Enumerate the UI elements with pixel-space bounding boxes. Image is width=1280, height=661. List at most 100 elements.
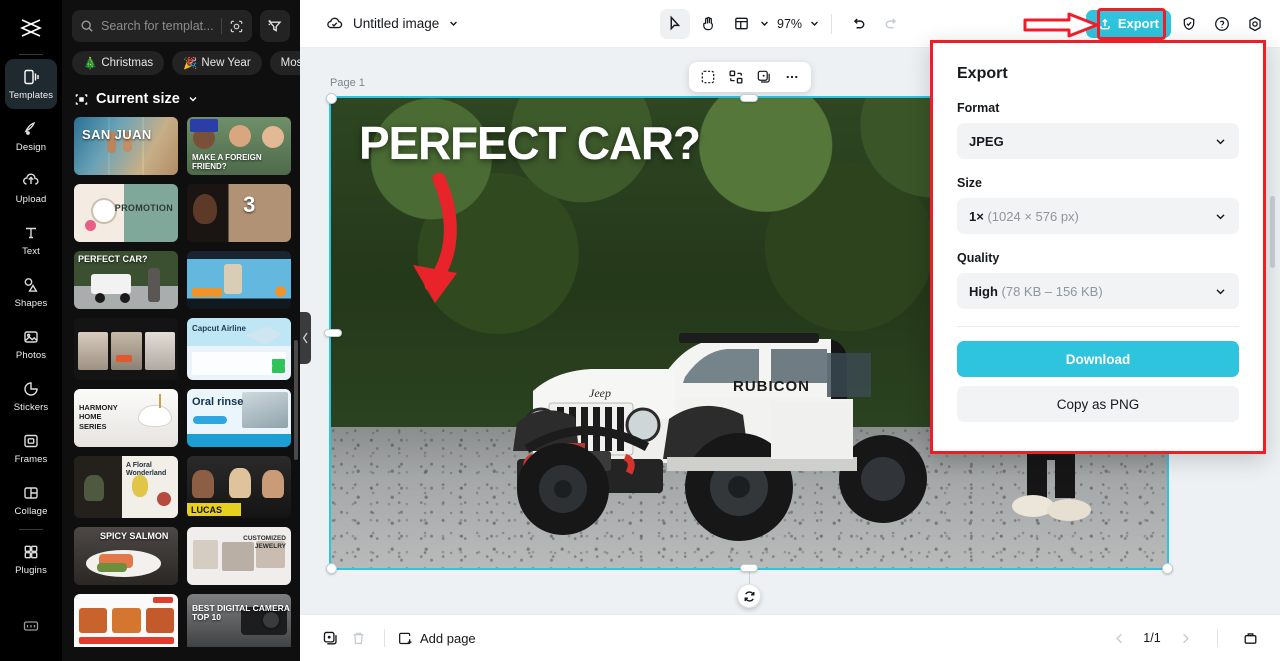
next-page-button[interactable] — [1171, 624, 1199, 652]
template-card[interactable] — [187, 251, 291, 309]
template-card[interactable]: SPICY SALMON — [74, 527, 178, 585]
template-card[interactable]: PERFECT CAR? — [74, 251, 178, 309]
template-caption: CUSTOMIZED JEWELRY — [243, 535, 286, 551]
rotate-handle[interactable] — [737, 584, 761, 608]
collapse-panel-button[interactable] — [300, 312, 311, 364]
template-card[interactable]: Oral rinse — [187, 389, 291, 447]
settings-button[interactable] — [1240, 9, 1270, 39]
current-size-dropdown[interactable]: Current size — [62, 75, 300, 117]
chip-new-year[interactable]: 🎉 New Year — [172, 51, 262, 75]
shield-button[interactable] — [1174, 9, 1204, 39]
resize-handle-bottom-right[interactable] — [1162, 563, 1173, 574]
sidebar-item-upload[interactable]: Upload — [5, 163, 57, 213]
capcut-logo-icon[interactable] — [11, 8, 51, 48]
template-caption: MAKE A FOREIGN FRIEND? — [192, 153, 262, 171]
duplicate-page-button[interactable] — [316, 624, 344, 652]
canvas-scrollbar[interactable] — [1270, 196, 1275, 268]
visual-search-icon[interactable] — [229, 19, 244, 34]
download-button[interactable]: Download — [957, 341, 1239, 377]
top-right-actions: Export — [1085, 9, 1270, 39]
template-card[interactable]: BEST DIGITAL CAMERA TOP 10 — [187, 594, 291, 647]
chevron-down-icon — [1216, 138, 1225, 144]
layout-chevron-down-icon[interactable] — [759, 18, 770, 29]
hand-tool-button[interactable] — [693, 9, 723, 39]
resize-handle-top[interactable] — [740, 94, 758, 102]
template-card[interactable]: HARMONY HOME SERIES — [74, 389, 178, 447]
templates-search-row: Search for templat... — [62, 0, 300, 42]
template-card[interactable]: Capcut Airline — [187, 318, 291, 380]
chip-label: Most — [280, 57, 300, 69]
search-placeholder: Search for templat... — [101, 19, 214, 33]
rail-divider-2 — [19, 529, 43, 530]
add-page-button[interactable]: Add page — [397, 630, 476, 646]
more-options-button[interactable] — [779, 64, 805, 90]
templates-panel-scrollbar[interactable] — [294, 340, 298, 460]
export-button[interactable]: Export — [1085, 9, 1171, 38]
size-label: Size — [957, 176, 983, 190]
layout-tool-button[interactable] — [726, 9, 756, 39]
sidebar-item-collage[interactable]: Collage — [5, 475, 57, 525]
format-select[interactable]: JPEG — [957, 123, 1239, 159]
template-card[interactable]: 3 — [187, 184, 291, 242]
undo-button[interactable] — [843, 9, 873, 39]
keyboard-icon[interactable] — [5, 601, 57, 651]
resize-handle-left[interactable] — [324, 329, 342, 337]
zoom-chevron-down-icon[interactable] — [809, 18, 820, 29]
select-tool-button[interactable] — [660, 8, 690, 39]
sidebar-item-label: Upload — [15, 194, 47, 205]
sidebar-item-frames[interactable]: Frames — [5, 423, 57, 473]
template-caption: BEST DIGITAL CAMERA TOP 10 — [192, 603, 290, 623]
chip-christmas[interactable]: 🎄 Christmas — [72, 51, 165, 75]
delete-page-button[interactable] — [344, 624, 372, 652]
template-card[interactable]: A Floral Wonderland — [74, 456, 178, 518]
size-value-dimensions: (1024 × 576 px) — [987, 208, 1079, 224]
prev-page-button[interactable] — [1105, 624, 1133, 652]
copy-as-png-button[interactable]: Copy as PNG — [957, 386, 1239, 422]
help-button[interactable] — [1207, 9, 1237, 39]
shield-check-icon — [1183, 16, 1195, 30]
sidebar-item-text[interactable]: Text — [5, 215, 57, 265]
sidebar-item-plugins[interactable]: Plugins — [5, 534, 57, 584]
template-thumb: PERFECT CAR? — [74, 251, 178, 309]
resize-handle-top-left[interactable] — [326, 93, 337, 104]
zoom-level[interactable]: 97% — [773, 17, 806, 31]
duplicate-tool-button[interactable] — [751, 64, 777, 90]
page-grid-view-button[interactable] — [1236, 624, 1264, 652]
template-card[interactable] — [74, 594, 178, 647]
template-card[interactable] — [74, 318, 178, 380]
bottom-toolbar: Add page 1/1 — [300, 614, 1280, 661]
chevron-down-icon — [1216, 213, 1225, 219]
sidebar-item-label: Stickers — [13, 402, 49, 413]
template-card[interactable]: CUSTOMIZED JEWELRY — [187, 527, 291, 585]
search-input[interactable]: Search for templat... — [72, 10, 252, 42]
sidebar-item-design[interactable]: Design — [5, 111, 57, 161]
template-card[interactable]: MAKE A FOREIGN FRIEND? — [187, 117, 291, 175]
template-card[interactable]: SAN JUAN — [74, 117, 178, 175]
resize-handle-bottom-left[interactable] — [326, 563, 337, 574]
redo-button[interactable] — [876, 9, 906, 39]
replace-tool-button[interactable] — [723, 64, 749, 90]
layout-icon — [734, 17, 748, 30]
quality-select[interactable]: High (78 KB – 156 KB) — [957, 273, 1239, 309]
sidebar-item-stickers[interactable]: Stickers — [5, 371, 57, 421]
document-title-dropdown[interactable]: Untitled image — [325, 14, 459, 33]
chip-most[interactable]: Most — [269, 51, 300, 75]
size-select[interactable]: 1× (1024 × 576 px) — [957, 198, 1239, 234]
template-card[interactable]: PROMOTION — [74, 184, 178, 242]
sidebar-item-photos[interactable]: Photos — [5, 319, 57, 369]
resize-handle-bottom[interactable] — [740, 564, 758, 572]
template-thumb: SAN JUAN — [74, 117, 178, 175]
template-thumb: Oral rinse — [187, 389, 291, 447]
sidebar-item-label: Photos — [15, 350, 47, 361]
toolbar-divider — [831, 13, 833, 34]
add-page-icon — [399, 632, 412, 645]
sidebar-item-shapes[interactable]: Shapes — [5, 267, 57, 317]
help-circle-icon — [1215, 16, 1229, 31]
bottom-divider — [384, 629, 385, 647]
template-card[interactable]: LUCAS — [187, 456, 291, 518]
export-panel-divider — [957, 326, 1239, 327]
rail-divider — [19, 54, 43, 55]
cutout-tool-button[interactable] — [695, 64, 721, 90]
sidebar-item-templates[interactable]: Templates — [5, 59, 57, 109]
filter-button[interactable] — [259, 10, 290, 42]
